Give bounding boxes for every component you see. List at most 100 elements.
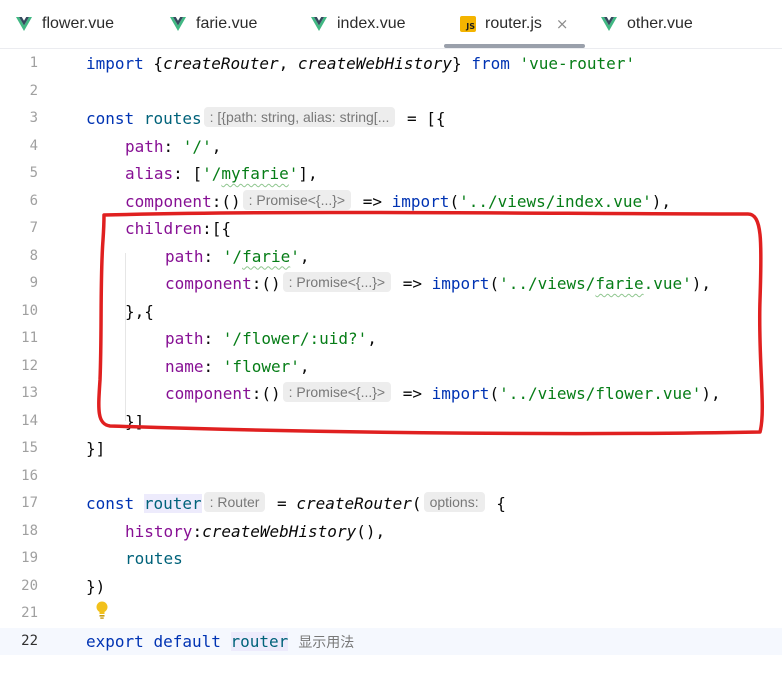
token: = [267, 494, 297, 513]
tab-flower-vue[interactable]: flower.vue [16, 0, 114, 48]
token: history [125, 521, 193, 541]
token: (), [356, 521, 386, 541]
code-text: const router: Router = createRouter(opti… [86, 490, 506, 518]
line-number: 12 [21, 357, 38, 374]
tab-other-vue[interactable]: other.vue [601, 0, 693, 48]
code-text: routes [125, 545, 183, 573]
line-number: 15 [21, 440, 38, 456]
code-line[interactable]: 4 path: '/', [0, 133, 782, 161]
code-line[interactable]: 19 routes [0, 545, 782, 573]
token: :[{ [202, 219, 231, 238]
code-line[interactable]: 7 children:[{ [0, 215, 782, 243]
token: const [86, 109, 135, 128]
line-number: 21 [21, 605, 38, 621]
token: :() [211, 191, 241, 211]
token: createWebHistory [297, 54, 453, 73]
token: },{ [125, 301, 154, 321]
code-line[interactable]: 16 [0, 463, 782, 491]
code-line[interactable]: 1 import {createRouter, createWebHistory… [0, 50, 782, 78]
code-text: children:[{ [125, 215, 231, 243]
token: '../views/flower.vue' [499, 384, 702, 403]
code-text: }] [125, 408, 144, 436]
line-number: 14 [21, 412, 38, 429]
token: default [153, 631, 221, 651]
token: import [431, 274, 490, 293]
token: '../views/ [499, 274, 596, 293]
vue-icon [170, 17, 186, 31]
token: farie [242, 246, 291, 266]
token: ), [651, 191, 671, 211]
code-text: import {createRouter, createWebHistory} … [86, 50, 635, 78]
lightbulb-icon[interactable] [94, 600, 110, 620]
code-line[interactable]: 14 }] [0, 408, 782, 436]
token: ( [489, 274, 500, 293]
tab-label: flower.vue [42, 15, 115, 32]
code-text: component:(): Promise<{...}> => import('… [125, 188, 671, 216]
token: routes [125, 549, 183, 568]
vue-icon [601, 17, 617, 31]
code-text: const routes: [{path: string, alias: str… [86, 105, 446, 133]
code-text: alias: ['/myfarie'], [125, 160, 318, 188]
tab-index-vue[interactable]: index.vue [311, 0, 406, 48]
code-line[interactable]: 20 }) [0, 573, 782, 601]
code-line[interactable]: 9 component:(): Promise<{...}> => import… [0, 270, 782, 298]
code-line[interactable]: 21 [0, 600, 782, 628]
code-text: component:(): Promise<{...}> => import('… [165, 380, 721, 408]
code-line[interactable]: 15 }] [0, 435, 782, 463]
inlay-hint: : Router [203, 492, 266, 512]
token: , [299, 246, 310, 266]
vue-icon [16, 17, 32, 31]
token: createRouter [296, 494, 412, 513]
tab-farie-vue[interactable]: farie.vue [170, 0, 257, 48]
token: : [203, 246, 223, 266]
code-line-current[interactable]: 22 export default router 显示用法 [0, 627, 782, 658]
token: component [125, 191, 212, 211]
code-line[interactable]: 2 [0, 78, 782, 106]
token: router [230, 631, 289, 651]
code-text: component:(): Promise<{...}> => import('… [165, 270, 711, 298]
code-line[interactable]: 12 name: 'flower', [0, 353, 782, 381]
inlay-hint: : Promise<{...}> [242, 189, 352, 210]
inlay-hint: : [{path: string, alias: string[... [203, 107, 396, 127]
token: '/' [182, 136, 212, 156]
token: const [86, 494, 135, 513]
token: ' [290, 246, 300, 266]
code-text: }) [86, 573, 105, 601]
code-line[interactable]: 6 component:(): Promise<{...}> => import… [0, 188, 782, 216]
show-usages-hint[interactable]: 显示用法 [298, 635, 354, 651]
token: name [165, 356, 204, 376]
code-line[interactable]: 3 const routes: [{path: string, alias: s… [0, 105, 782, 133]
code-line[interactable]: 8 path: '/farie', [0, 243, 782, 271]
token: myfarie [221, 164, 289, 183]
line-number: 11 [21, 330, 38, 346]
code-line[interactable]: 18 history:createWebHistory(), [0, 518, 782, 546]
line-number: 8 [29, 247, 38, 264]
code-line[interactable]: 5 alias: ['/myfarie'], [0, 160, 782, 188]
code-text: export default router 显示用法 [86, 628, 354, 658]
token: }) [86, 576, 106, 596]
token: path [165, 329, 204, 348]
close-icon[interactable]: × [556, 15, 569, 33]
token: => [353, 191, 392, 211]
tab-router-js[interactable]: JS router.js × [460, 0, 569, 48]
token: ], [298, 164, 318, 183]
code-line[interactable]: 10 },{ [0, 298, 782, 326]
token: , [211, 136, 222, 156]
line-number: 4 [29, 137, 38, 154]
tab-label: router.js [485, 15, 542, 32]
token: ( [449, 191, 460, 211]
token: }] [86, 439, 106, 458]
code-line[interactable]: 11 path: '/flower/:uid?', [0, 325, 782, 353]
token: ), [701, 384, 721, 403]
token: , [278, 54, 298, 73]
code-line[interactable]: 17 const router: Router = createRouter(o… [0, 490, 782, 518]
line-number: 5 [29, 165, 38, 181]
token: , [299, 356, 310, 376]
line-number: 20 [21, 577, 38, 594]
code-line[interactable]: 13 component:(): Promise<{...}> => impor… [0, 380, 782, 408]
line-number: 18 [21, 522, 38, 539]
code-editor[interactable]: 1 import {createRouter, createWebHistory… [0, 48, 782, 677]
line-number: 6 [29, 192, 38, 209]
